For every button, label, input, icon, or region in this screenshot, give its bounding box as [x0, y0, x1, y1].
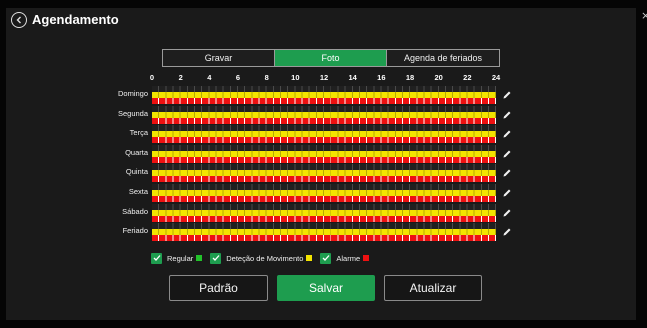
day-row[interactable] — [152, 144, 496, 163]
legend-item-motion: Deteção de Movimento — [210, 252, 313, 264]
header: Agendamento — [6, 8, 636, 32]
legend-swatch-regular — [196, 255, 203, 261]
alarm-checkbox[interactable] — [320, 252, 332, 264]
hour-axis: 0 2 4 6 8 10 12 14 16 18 20 22 24 — [149, 73, 500, 83]
hour-label: 6 — [235, 73, 241, 82]
pencil-icon[interactable] — [502, 146, 512, 158]
hour-label: 18 — [405, 73, 415, 82]
pencil-icon[interactable] — [502, 87, 512, 99]
hour-label: 16 — [377, 73, 386, 82]
legend-item-alarm: Alarme — [320, 252, 370, 264]
day-row[interactable] — [152, 105, 496, 124]
pencil-icon[interactable] — [502, 126, 512, 138]
chevron-left-icon[interactable] — [11, 12, 27, 28]
legend-swatch-alarm — [363, 255, 370, 261]
hour-label: 0 — [149, 73, 155, 82]
alarm-band[interactable] — [152, 215, 496, 222]
alarm-band[interactable] — [152, 156, 496, 163]
alarm-band[interactable] — [152, 176, 496, 183]
pencil-icon[interactable] — [502, 165, 512, 177]
hour-label: 12 — [319, 73, 329, 82]
legend: Regular Deteção de Movimento Alarme — [151, 252, 377, 264]
alarm-band[interactable] — [152, 196, 496, 202]
pencil-icon[interactable] — [502, 107, 512, 119]
legend-label-regular: Regular — [167, 253, 194, 263]
save-button[interactable]: Salvar — [277, 275, 375, 301]
hour-label: 10 — [291, 73, 300, 82]
tab-agenda-de-feriados[interactable]: Agenda de feriados — [387, 50, 499, 66]
hour-label: 8 — [264, 73, 269, 82]
day-row[interactable] — [152, 223, 496, 242]
pencil-icon[interactable] — [502, 205, 512, 217]
tab-gravar[interactable]: Gravar — [163, 50, 275, 66]
regular-checkbox[interactable] — [151, 252, 162, 264]
refresh-button[interactable]: Atualizar — [384, 275, 482, 301]
hour-label: 20 — [434, 73, 443, 82]
tab-foto[interactable]: Foto — [275, 50, 387, 66]
legend-label-motion: Deteção de Movimento — [226, 253, 304, 263]
default-button[interactable]: Padrão — [169, 275, 268, 301]
alarm-band[interactable] — [152, 235, 496, 242]
hour-label: 2 — [178, 73, 183, 82]
day-row[interactable] — [152, 184, 496, 202]
close-icon[interactable]: × — [641, 10, 647, 21]
day-row[interactable] — [152, 164, 496, 183]
legend-label-alarm: Alarme — [336, 253, 361, 263]
page-title: Agendamento — [32, 12, 119, 27]
pencil-icon[interactable] — [502, 224, 512, 236]
alarm-band[interactable] — [152, 137, 496, 144]
pencil-icon[interactable] — [502, 185, 512, 197]
hour-label: 4 — [207, 73, 212, 82]
hour-label: 22 — [463, 73, 472, 82]
day-row[interactable] — [152, 125, 496, 144]
alarm-band[interactable] — [152, 117, 496, 124]
legend-item-regular: Regular — [151, 252, 203, 264]
tab-bar: Gravar Foto Agenda de feriados — [162, 49, 500, 67]
day-row[interactable] — [152, 203, 496, 222]
alarm-band[interactable] — [152, 98, 496, 104]
day-row[interactable] — [152, 86, 496, 104]
legend-swatch-motion — [306, 255, 313, 261]
hour-label: 24 — [491, 73, 501, 82]
hour-label: 14 — [348, 73, 357, 82]
motion-checkbox[interactable] — [210, 252, 222, 264]
